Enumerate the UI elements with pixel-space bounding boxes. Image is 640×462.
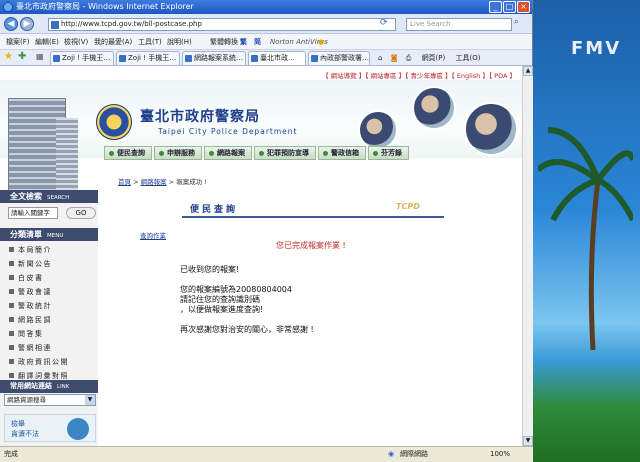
minimize-button[interactable]: _ bbox=[489, 1, 502, 13]
translate-label: 繁體轉換 bbox=[210, 38, 238, 46]
chevron-down-icon: ▼ bbox=[85, 395, 95, 405]
zone-label: 網際網路 bbox=[400, 450, 428, 458]
title-bar: 臺北市政府警察局 - Windows Internet Explorer _ □… bbox=[0, 0, 532, 14]
sidebar-item-open-info[interactable]: 政府資訊公開 bbox=[9, 357, 69, 367]
tab-favicon bbox=[185, 55, 192, 62]
success-message: 您已完成報案作業 ! bbox=[276, 241, 346, 250]
window-title: 臺北市政府警察局 - Windows Internet Explorer bbox=[16, 2, 194, 11]
add-favorite-icon[interactable]: ✚ bbox=[18, 51, 26, 62]
back-button[interactable]: ◀ bbox=[4, 17, 18, 31]
url-text: http://www.tcpd.gov.tw/bll-postcase.php bbox=[61, 20, 202, 28]
nav-query[interactable]: 便民查詢 bbox=[104, 146, 152, 160]
desktop-logo: FMV bbox=[571, 38, 622, 59]
menu-help[interactable]: 說明(H) bbox=[167, 34, 192, 50]
scroll-down-icon[interactable]: ▼ bbox=[523, 436, 533, 446]
menu-view[interactable]: 檢視(V) bbox=[64, 34, 88, 50]
site-favicon bbox=[51, 21, 59, 29]
vertical-scrollbar[interactable]: ▲ ▼ bbox=[522, 66, 533, 446]
sidebar-item-news[interactable]: 新聞公告 bbox=[9, 259, 52, 269]
menu-section-title: 分類清單 MENU bbox=[0, 228, 98, 241]
search-icon[interactable]: ⌕ bbox=[514, 17, 519, 27]
keyword-input[interactable]: 請輸入關鍵字 bbox=[8, 207, 58, 219]
favorites-star-icon[interactable]: ★ bbox=[4, 51, 13, 62]
go-button[interactable]: GO bbox=[66, 207, 96, 219]
links-section-title: 常用網站連結 LINK bbox=[0, 380, 98, 393]
tools-menu[interactable]: 工具(O) bbox=[455, 54, 480, 62]
sidebar-item-meetings[interactable]: 警政會議 bbox=[9, 287, 52, 297]
nav-praise[interactable]: 芬芳錄 bbox=[368, 146, 409, 160]
received-line: 已收到您的報案! bbox=[180, 265, 240, 274]
quick-tabs-icon[interactable]: ▦ bbox=[36, 52, 44, 61]
scroll-up-icon[interactable]: ▲ bbox=[523, 66, 533, 76]
tab-favicon bbox=[311, 55, 318, 62]
nav-apply[interactable]: 申辦服務 bbox=[154, 146, 202, 160]
officer-photo bbox=[464, 102, 518, 156]
menu-bar: 檔案(F) 編輯(E) 檢視(V) 我的最愛(A) 工具(T) 說明(H) 繁體… bbox=[0, 34, 532, 50]
breadcrumb-home[interactable]: 首頁 bbox=[118, 178, 131, 186]
zoom-level[interactable]: 100% bbox=[490, 447, 510, 462]
ie-icon bbox=[3, 2, 13, 12]
menu-edit[interactable]: 編輯(E) bbox=[35, 34, 59, 50]
menu-tools[interactable]: 工具(T) bbox=[138, 34, 162, 50]
palm-tree-image bbox=[538, 127, 633, 350]
tab-bar: ★ ✚ ▦ Zoji ! 手機王… Zoji ! 手機王… 網路報案系統… 臺北… bbox=[0, 50, 532, 66]
officer-photo bbox=[412, 86, 456, 130]
tab-4-active[interactable]: 臺北市政… bbox=[248, 51, 306, 65]
tab-3[interactable]: 網路報案系統… bbox=[182, 51, 246, 65]
refresh-icon[interactable]: ⟳ bbox=[380, 18, 388, 28]
command-bar: ⌂ ◙ ⎙ 網頁(P) 工具(O) bbox=[378, 52, 480, 64]
police-emblem-icon bbox=[96, 104, 132, 140]
search-input[interactable]: Live Search bbox=[406, 18, 512, 31]
tab-5[interactable]: 內政部警政署… bbox=[308, 51, 370, 65]
breadcrumb-current: 報案成功 ! bbox=[176, 178, 207, 186]
print-icon[interactable]: ⎙ bbox=[406, 54, 412, 62]
search-section-title: 全文檢索 SEARCH bbox=[0, 190, 98, 203]
sidebar-item-faq[interactable]: 問答集 bbox=[9, 329, 44, 339]
breadcrumb-report[interactable]: 網路報案 bbox=[141, 178, 167, 186]
home-icon[interactable]: ⌂ bbox=[378, 54, 382, 62]
page-menu[interactable]: 網頁(P) bbox=[422, 54, 446, 62]
query-link[interactable]: 查詢作業 bbox=[140, 230, 166, 240]
forward-button[interactable]: ▶ bbox=[20, 17, 34, 31]
status-bar: 完成 ◉ 網際網路 100% bbox=[0, 446, 533, 462]
sidebar-item-whitepaper[interactable]: 白皮書 bbox=[9, 273, 44, 283]
breadcrumb: 首頁 > 網路報案 > 報案成功 ! bbox=[118, 178, 207, 186]
officer-photo bbox=[358, 110, 398, 150]
maximize-button[interactable]: □ bbox=[503, 1, 516, 13]
menu-file[interactable]: 檔案(F) bbox=[6, 34, 30, 50]
close-button[interactable]: × bbox=[517, 1, 530, 13]
thanks-line: 再次感謝您對治安的關心，非常感謝 ! bbox=[180, 325, 314, 334]
tcpd-logo: TCPD bbox=[396, 202, 420, 211]
nav-mailbox[interactable]: 警政信箱 bbox=[318, 146, 366, 160]
tab-1[interactable]: Zoji ! 手機王… bbox=[50, 51, 114, 65]
tab-favicon bbox=[53, 55, 60, 62]
site-title: 臺北市政府警察局 bbox=[140, 109, 260, 125]
simplified-button[interactable]: 简 bbox=[254, 34, 261, 50]
tab-2[interactable]: Zoji ! 手機王… bbox=[116, 51, 180, 65]
resource-select[interactable]: 網路資源搜尋 ▼ bbox=[4, 394, 96, 406]
phone-icon bbox=[67, 418, 89, 440]
address-bar: ◀ ▶ http://www.tcpd.gov.tw/bll-postcase.… bbox=[0, 14, 532, 34]
norton-icon[interactable]: ● bbox=[318, 34, 324, 50]
report-corruption-banner[interactable]: 檢舉 貪瀆不法 bbox=[4, 414, 96, 442]
browser-window: 臺北市政府警察局 - Windows Internet Explorer _ □… bbox=[0, 0, 533, 462]
url-field[interactable]: http://www.tcpd.gov.tw/bll-postcase.php bbox=[48, 18, 396, 31]
nav-report[interactable]: 網路報案 bbox=[204, 146, 252, 160]
tab-favicon bbox=[251, 55, 258, 62]
status-text: 完成 bbox=[4, 450, 18, 458]
feeds-icon[interactable]: ◙ bbox=[391, 54, 398, 62]
site-subtitle: Taipei City Police Department bbox=[158, 127, 298, 136]
nav-prevention[interactable]: 犯罪預防宣導 bbox=[254, 146, 316, 160]
menu-favorites[interactable]: 我的最愛(A) bbox=[94, 34, 132, 50]
tab-favicon bbox=[119, 55, 126, 62]
main-nav: 便民查詢 申辦服務 網路報案 犯罪預防宣導 警政信箱 芬芳錄 bbox=[104, 146, 409, 160]
sidebar-item-statistics[interactable]: 警政統計 bbox=[9, 301, 52, 311]
top-links[interactable]: 【 網站導覽 】【 網站專區 】【 青少年專區 】【 English 】【 PD… bbox=[322, 70, 516, 80]
sidebar-item-poll[interactable]: 網路民調 bbox=[9, 315, 52, 325]
sidebar-item-about[interactable]: 本局簡介 bbox=[9, 245, 52, 255]
internet-zone-icon: ◉ bbox=[388, 450, 395, 458]
progress-query-line: ，以便做報案進度查詢! bbox=[180, 305, 264, 314]
sidebar-item-links[interactable]: 警網相連 bbox=[9, 343, 52, 353]
traditional-button[interactable]: 繁 bbox=[240, 34, 247, 50]
